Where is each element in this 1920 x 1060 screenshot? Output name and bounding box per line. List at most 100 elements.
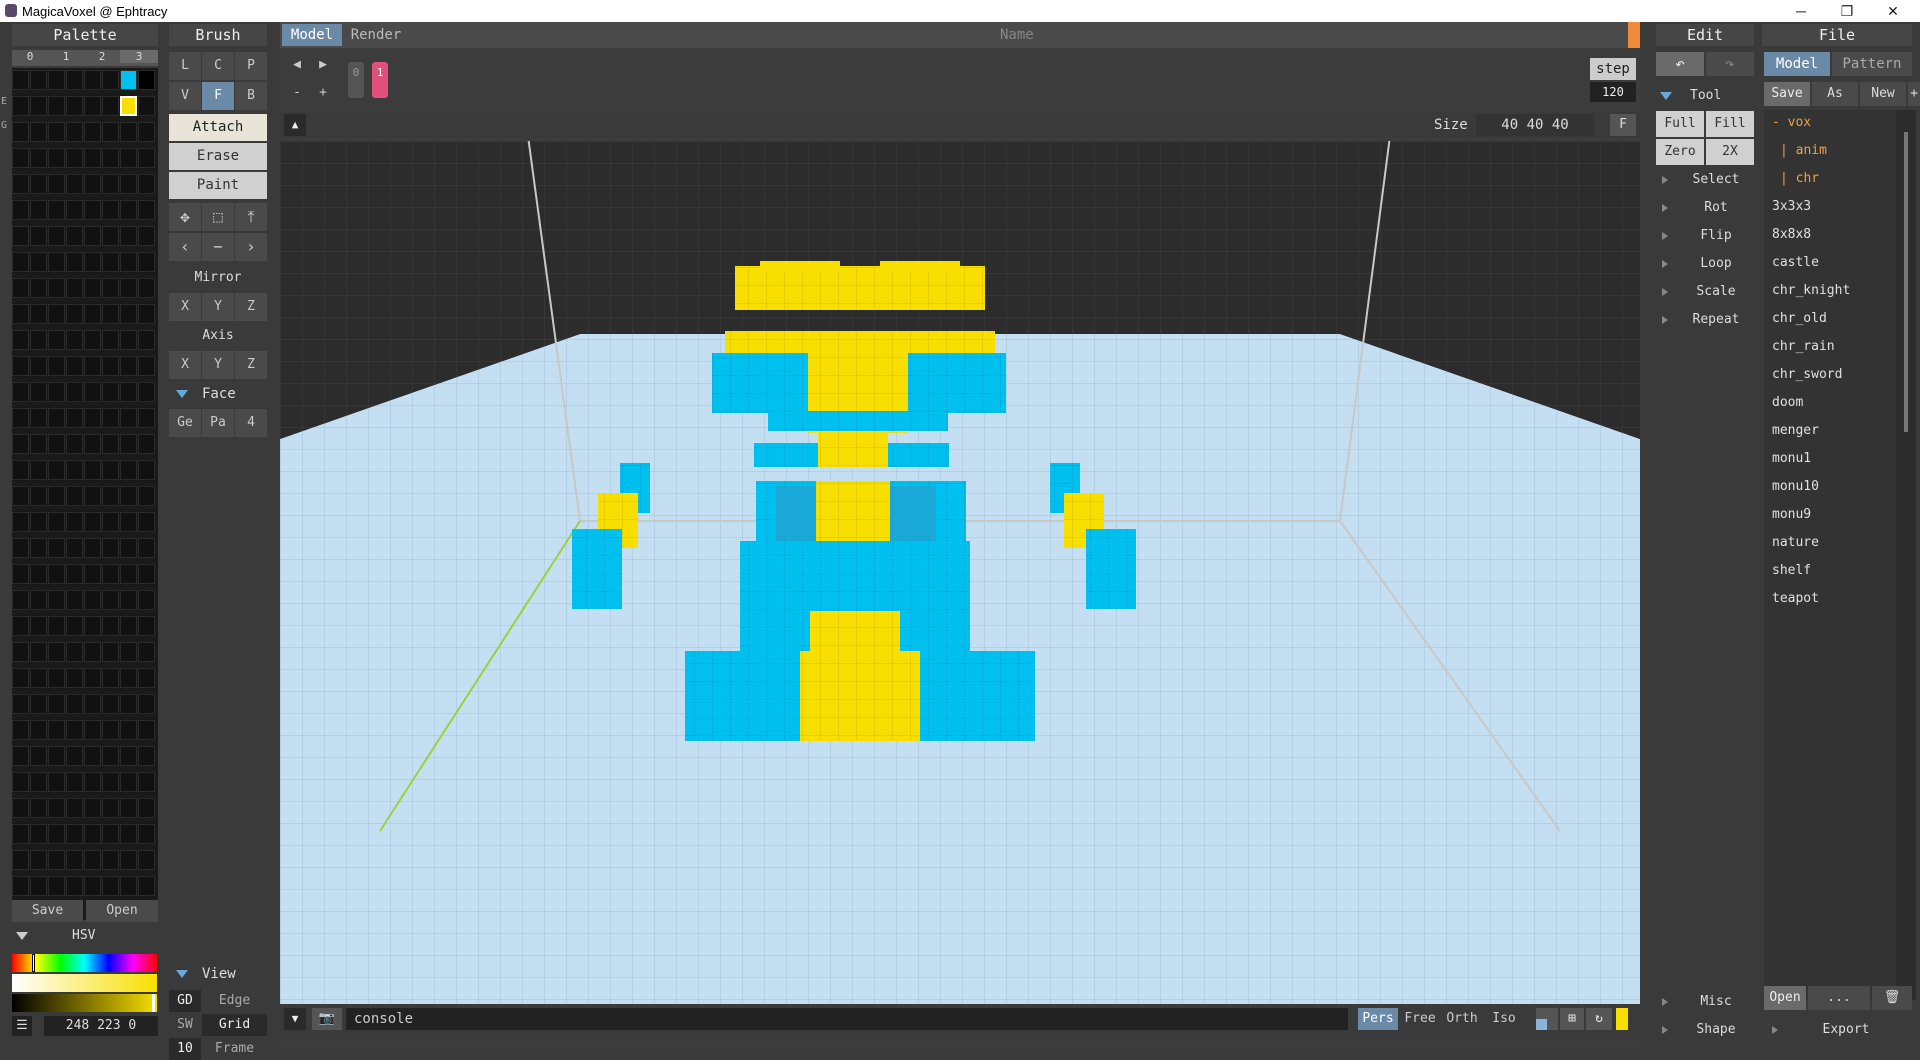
- palette-swatch[interactable]: [30, 304, 47, 324]
- palette-swatch[interactable]: [66, 200, 83, 220]
- palette-swatch[interactable]: [48, 434, 65, 454]
- mirror-z-button[interactable]: Z: [235, 293, 267, 321]
- palette-swatch[interactable]: [138, 200, 155, 220]
- palette-swatch[interactable]: [102, 876, 119, 896]
- next-frame-icon[interactable]: ▶: [312, 54, 334, 76]
- file-item[interactable]: menger: [1772, 423, 1819, 438]
- palette-swatch[interactable]: [66, 746, 83, 766]
- camera-icon[interactable]: 📷: [312, 1008, 342, 1030]
- palette-swatch[interactable]: [102, 850, 119, 870]
- palette-swatch[interactable]: [120, 278, 137, 298]
- palette-swatch[interactable]: [138, 798, 155, 818]
- view-frame-count[interactable]: 10: [169, 1038, 201, 1060]
- palette-swatch[interactable]: [48, 564, 65, 584]
- file-open-button[interactable]: Open: [1764, 986, 1806, 1010]
- palette-tab-0[interactable]: 0: [12, 50, 48, 63]
- palette-swatch[interactable]: [30, 408, 47, 428]
- palette-swatch[interactable]: [120, 122, 137, 142]
- palette-swatch[interactable]: [30, 174, 47, 194]
- palette-tab-3[interactable]: 3: [120, 50, 158, 63]
- brush-face-button[interactable]: F: [202, 82, 234, 110]
- 3d-viewport-canvas[interactable]: [280, 141, 1640, 1009]
- palette-swatch[interactable]: [30, 70, 47, 90]
- file-item[interactable]: nature: [1772, 535, 1819, 550]
- brush-pattern-button[interactable]: P: [235, 52, 267, 80]
- file-item[interactable]: monu10: [1772, 479, 1819, 494]
- palette-swatch[interactable]: [138, 824, 155, 844]
- palette-swatch[interactable]: [138, 148, 155, 168]
- palette-swatch[interactable]: [48, 278, 65, 298]
- palette-swatch[interactable]: [48, 694, 65, 714]
- palette-swatch[interactable]: [30, 278, 47, 298]
- brush-box-button[interactable]: B: [235, 82, 267, 110]
- palette-swatch[interactable]: [66, 174, 83, 194]
- palette-swatch[interactable]: [138, 486, 155, 506]
- file-save-as-button[interactable]: As: [1812, 82, 1858, 106]
- tool-fill-button[interactable]: Fill: [1706, 111, 1754, 137]
- palette-swatch[interactable]: [120, 226, 137, 246]
- saturation-slider[interactable]: [12, 974, 157, 992]
- palette-swatch[interactable]: [30, 434, 47, 454]
- palette-swatch[interactable]: [12, 200, 29, 220]
- palette-swatch[interactable]: [120, 460, 137, 480]
- palette-swatch[interactable]: [30, 330, 47, 350]
- attach-button[interactable]: Attach: [169, 114, 267, 141]
- brush-voxel-button[interactable]: V: [169, 82, 201, 110]
- palette-swatch[interactable]: [12, 70, 29, 90]
- palette-swatch[interactable]: [102, 460, 119, 480]
- redo-icon[interactable]: ↷: [1706, 52, 1754, 76]
- palette-swatch[interactable]: [48, 850, 65, 870]
- palette-swatch[interactable]: [138, 876, 155, 896]
- palette-swatch[interactable]: [138, 356, 155, 376]
- prev-frame-icon[interactable]: ◀: [286, 54, 308, 76]
- palette-swatch[interactable]: [66, 226, 83, 246]
- palette-swatch[interactable]: [48, 590, 65, 610]
- palette-swatch[interactable]: [12, 616, 29, 636]
- palette-swatch[interactable]: [120, 564, 137, 584]
- palette-swatch[interactable]: [12, 876, 29, 896]
- tab-render[interactable]: Render: [346, 24, 406, 46]
- palette-swatch[interactable]: [66, 356, 83, 376]
- palette-tab-2[interactable]: 2: [84, 50, 120, 63]
- palette-swatch[interactable]: [30, 694, 47, 714]
- palette-grid[interactable]: [12, 68, 158, 920]
- palette-swatch[interactable]: [48, 122, 65, 142]
- remove-frame-icon[interactable]: -: [286, 82, 308, 104]
- file-item[interactable]: chr_knight: [1772, 283, 1850, 298]
- palette-swatch[interactable]: [120, 70, 137, 90]
- palette-swatch[interactable]: [138, 642, 155, 662]
- view-sw-button[interactable]: SW: [169, 1014, 201, 1036]
- palette-swatch[interactable]: [84, 512, 101, 532]
- flip-expand-icon[interactable]: [1662, 232, 1668, 240]
- erase-button[interactable]: Erase: [169, 143, 267, 170]
- palette-swatch[interactable]: [48, 70, 65, 90]
- palette-swatch[interactable]: [66, 148, 83, 168]
- tool-2x-button[interactable]: 2X: [1706, 139, 1754, 165]
- frame-0[interactable]: 0: [348, 62, 364, 98]
- hsv-collapse-icon[interactable]: [16, 932, 28, 940]
- step-value[interactable]: 120: [1590, 82, 1636, 102]
- palette-swatch[interactable]: [66, 850, 83, 870]
- chevron-right-icon[interactable]: ›: [235, 233, 267, 261]
- palette-swatch[interactable]: [138, 512, 155, 532]
- misc-expand-icon[interactable]: [1662, 998, 1668, 1006]
- palette-swatch[interactable]: [12, 304, 29, 324]
- folder-chr[interactable]: | chr: [1780, 171, 1819, 186]
- size-input[interactable]: 40 40 40: [1476, 114, 1594, 136]
- camera-iso-button[interactable]: Iso: [1484, 1008, 1524, 1030]
- palette-swatch[interactable]: [102, 824, 119, 844]
- tool-collapse-icon[interactable]: [1660, 92, 1672, 100]
- palette-swatch[interactable]: [30, 460, 47, 480]
- palette-swatch[interactable]: [102, 538, 119, 558]
- palette-swatch[interactable]: [138, 174, 155, 194]
- palette-swatch[interactable]: [30, 486, 47, 506]
- palette-swatch[interactable]: [102, 304, 119, 324]
- camera-pers-button[interactable]: Pers: [1358, 1008, 1398, 1030]
- palette-swatch[interactable]: [66, 772, 83, 792]
- paint-button[interactable]: Paint: [169, 172, 267, 199]
- palette-swatch[interactable]: [84, 616, 101, 636]
- palette-swatch[interactable]: [84, 122, 101, 142]
- palette-swatch[interactable]: [120, 330, 137, 350]
- palette-swatch[interactable]: [12, 850, 29, 870]
- palette-swatch[interactable]: [84, 486, 101, 506]
